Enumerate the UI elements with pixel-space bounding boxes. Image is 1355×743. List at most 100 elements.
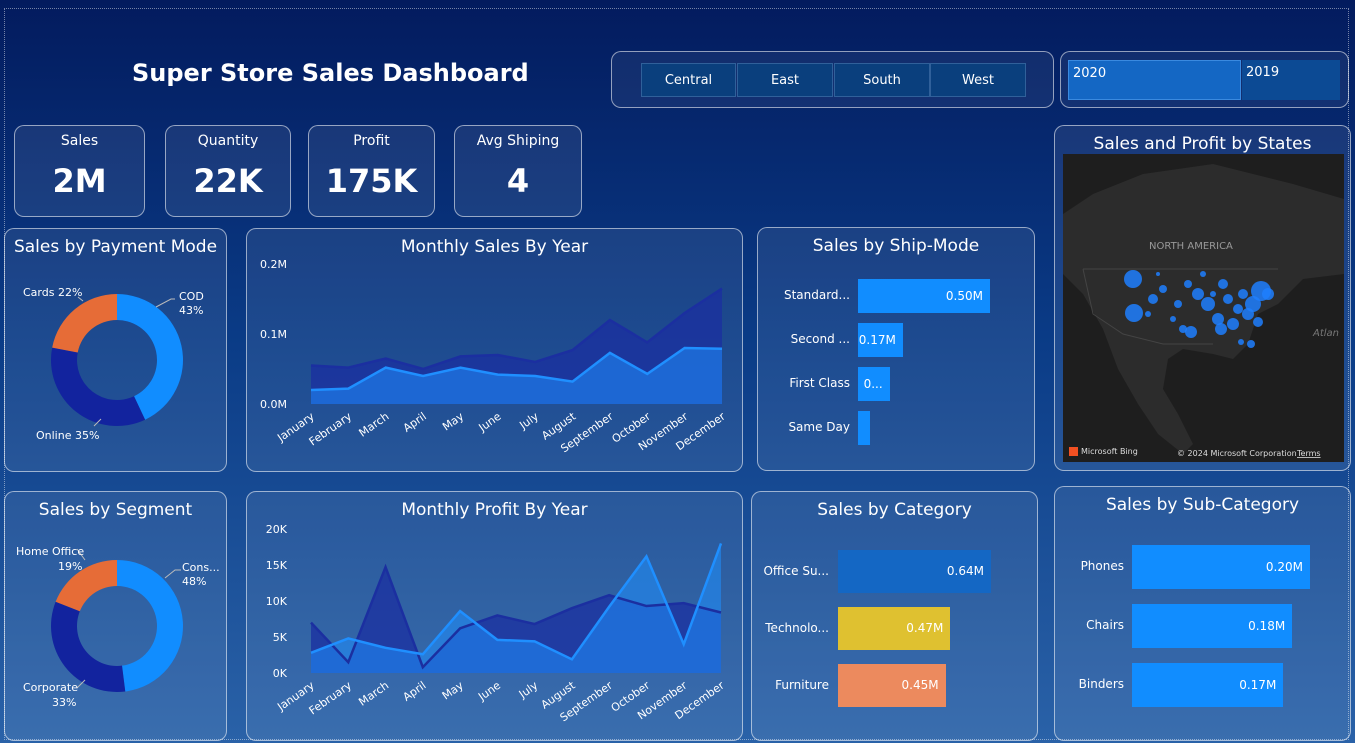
- x-tick-label: February: [307, 679, 355, 718]
- map-brand: Microsoft Bing: [1081, 447, 1138, 456]
- state-marker[interactable]: [1223, 294, 1233, 304]
- page-title: Super Store Sales Dashboard: [132, 59, 529, 87]
- state-marker[interactable]: [1210, 291, 1216, 297]
- state-marker[interactable]: [1125, 304, 1143, 322]
- y-tick-label: 5K: [273, 631, 288, 644]
- x-tick-label: June: [476, 410, 504, 435]
- state-marker[interactable]: [1145, 311, 1151, 317]
- state-marker[interactable]: [1238, 289, 1248, 299]
- map-copyright: © 2024 Microsoft Corporation: [1177, 449, 1297, 458]
- kpi-value: 175K: [325, 162, 418, 200]
- x-tick-label: July: [516, 679, 541, 702]
- slice-label-cod: COD: [179, 290, 204, 303]
- y-tick-label: 15K: [266, 559, 288, 572]
- x-tick-label: February: [307, 410, 355, 449]
- state-marker[interactable]: [1170, 316, 1176, 322]
- x-tick-label: July: [516, 410, 541, 433]
- region-west-button[interactable]: West: [930, 63, 1026, 97]
- bar-standard-[interactable]: 0.50M: [858, 279, 990, 313]
- kpi-value: 22K: [193, 162, 263, 200]
- state-marker[interactable]: [1233, 304, 1243, 314]
- state-marker[interactable]: [1215, 323, 1227, 335]
- donut-slice-cons-[interactable]: [117, 560, 184, 692]
- map-card[interactable]: Sales and Profit by States NORTH AMERICA…: [1054, 125, 1351, 471]
- subcategory-card[interactable]: Sales by Sub-Category Phones 0.20M Chairs 0…: [1054, 486, 1351, 741]
- donut-slice-corporate[interactable]: [50, 601, 126, 692]
- bar-second-[interactable]: 0.17M: [858, 323, 903, 357]
- state-marker[interactable]: [1192, 288, 1204, 300]
- bar-category-label: Technolo...: [765, 620, 829, 635]
- segment-card[interactable]: Sales by Segment Cons... 48% Home Office…: [4, 491, 227, 741]
- x-tick-label: May: [440, 679, 466, 703]
- bar-technolo-[interactable]: 0.47M: [838, 607, 951, 650]
- state-marker[interactable]: [1247, 340, 1255, 348]
- year-2019-button[interactable]: 2019: [1242, 60, 1340, 100]
- payment-donut-chart[interactable]: COD 43% Cards 22% Online 35%: [5, 229, 226, 471]
- card-title: Sales by Category: [817, 500, 972, 520]
- state-marker[interactable]: [1185, 326, 1197, 338]
- donut-slice-online[interactable]: [51, 347, 146, 426]
- slice-label-home-office: Home Office: [16, 545, 84, 558]
- state-marker[interactable]: [1184, 280, 1192, 288]
- bar-category-label: Furniture: [775, 677, 829, 692]
- donut-slice-cards[interactable]: [52, 294, 118, 353]
- kpi-profit-card: Profit 175K: [308, 125, 435, 217]
- payment-mode-card[interactable]: Sales by Payment Mode COD 43% Cards 22% …: [4, 228, 227, 472]
- slice-pct-consumer: 48%: [182, 575, 206, 588]
- y-tick-label: 10K: [266, 595, 288, 608]
- slice-pct-corporate: 33%: [52, 696, 76, 709]
- region-central-button[interactable]: Central: [641, 63, 736, 97]
- card-title: Sales by Sub-Category: [1105, 495, 1300, 515]
- kpi-value: 4: [506, 162, 530, 200]
- bar-category-label: First Class: [789, 376, 850, 390]
- state-marker[interactable]: [1200, 271, 1206, 277]
- state-marker[interactable]: [1227, 318, 1239, 330]
- map-region-label: NORTH AMERICA: [1149, 241, 1233, 252]
- bar-chairs[interactable]: 0.18M: [1132, 604, 1293, 648]
- kpi-quantity-card: Quantity 22K: [165, 125, 291, 217]
- monthly-sales-chart[interactable]: 0.0M0.1M0.2MJanuaryFebruary March April May…: [247, 229, 742, 471]
- x-tick-label: March: [356, 679, 391, 709]
- kpi-avg-shipping-card: Avg Shiping 4: [454, 125, 582, 217]
- state-marker[interactable]: [1159, 285, 1167, 293]
- monthly-profit-chart[interactable]: 0K5K10K15K20KJanuaryFebruary March April Ma…: [247, 492, 742, 740]
- ship-mode-card[interactable]: Sales by Ship-Mode Standard... 0.50M Secon…: [757, 227, 1035, 471]
- monthly-profit-card[interactable]: Monthly Profit By Year 0K 5K 10K 15K 20K Janu…: [246, 491, 743, 741]
- state-marker[interactable]: [1156, 272, 1160, 276]
- state-marker[interactable]: [1174, 300, 1182, 308]
- card-title: Sales and Profit by States: [1093, 134, 1312, 154]
- segment-donut-chart[interactable]: Cons... 48% Home Office 19% Corporate 33…: [5, 492, 226, 740]
- year-2020-button[interactable]: 2020: [1068, 60, 1241, 100]
- states-map[interactable]: NORTH AMERICA Atlan Microsoft Bing © 202…: [1063, 154, 1344, 462]
- state-marker[interactable]: [1124, 270, 1142, 288]
- x-tick-label: April: [401, 410, 429, 435]
- state-marker[interactable]: [1253, 317, 1263, 327]
- state-marker[interactable]: [1218, 279, 1228, 289]
- slice-label-corporate: Corporate: [23, 681, 78, 694]
- kpi-sales-card: Sales 2M: [14, 125, 145, 217]
- state-marker[interactable]: [1262, 288, 1274, 300]
- x-tick-label: March: [357, 410, 392, 440]
- region-south-button[interactable]: South: [834, 63, 930, 97]
- kpi-label: Profit: [353, 133, 390, 149]
- state-marker[interactable]: [1238, 339, 1244, 345]
- state-marker[interactable]: [1201, 297, 1215, 311]
- category-card[interactable]: Sales by Category Office Su... 0.64M Techn…: [751, 491, 1038, 741]
- bar-phones[interactable]: 0.20M: [1132, 545, 1310, 589]
- x-tick-label: June: [475, 679, 503, 704]
- monthly-sales-card[interactable]: Monthly Sales By Year 0.0M 0.1M 0.2M Januar…: [246, 228, 743, 472]
- map-terms-link[interactable]: Terms: [1296, 449, 1321, 458]
- bar-category-label: Binders: [1078, 677, 1124, 691]
- bar-furniture[interactable]: 0.45M: [838, 664, 946, 707]
- slice-label-consumer: Cons...: [182, 561, 220, 574]
- kpi-value: 2M: [52, 162, 107, 200]
- bar-office-su-[interactable]: 0.64M: [838, 550, 991, 593]
- region-east-button[interactable]: East: [737, 63, 833, 97]
- bar-category-label: Office Su...: [763, 563, 829, 578]
- y-tick-label: 0.2M: [260, 258, 287, 271]
- slice-label-cards: Cards 22%: [23, 286, 82, 299]
- bar-same-day[interactable]: [858, 411, 870, 445]
- state-marker[interactable]: [1148, 294, 1158, 304]
- bar-binders[interactable]: 0.17M: [1132, 663, 1284, 707]
- bar-first-class[interactable]: 0...: [858, 367, 890, 401]
